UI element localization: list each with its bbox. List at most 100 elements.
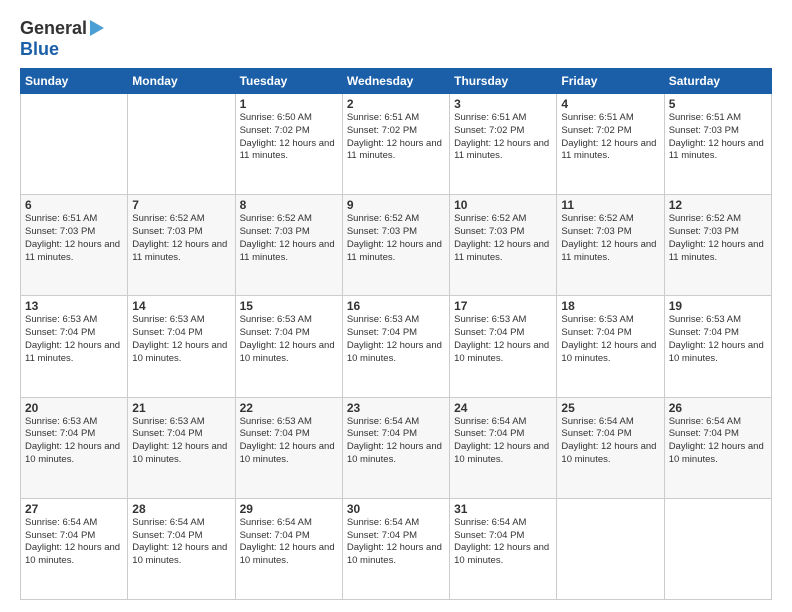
day-info: Sunrise: 6:51 AMSunset: 7:03 PMDaylight:… <box>25 213 120 262</box>
day-number: 27 <box>25 502 123 516</box>
calendar-cell: 13 Sunrise: 6:53 AMSunset: 7:04 PMDaylig… <box>21 296 128 397</box>
day-number: 13 <box>25 299 123 313</box>
day-info: Sunrise: 6:53 AMSunset: 7:04 PMDaylight:… <box>25 314 120 363</box>
logo-blue-text: Blue <box>20 39 59 60</box>
calendar-week-row: 13 Sunrise: 6:53 AMSunset: 7:04 PMDaylig… <box>21 296 772 397</box>
day-info: Sunrise: 6:51 AMSunset: 7:02 PMDaylight:… <box>561 112 656 161</box>
calendar-week-row: 1 Sunrise: 6:50 AMSunset: 7:02 PMDayligh… <box>21 94 772 195</box>
day-info: Sunrise: 6:52 AMSunset: 7:03 PMDaylight:… <box>240 213 335 262</box>
calendar-cell: 17 Sunrise: 6:53 AMSunset: 7:04 PMDaylig… <box>450 296 557 397</box>
day-number: 23 <box>347 401 445 415</box>
calendar-cell: 11 Sunrise: 6:52 AMSunset: 7:03 PMDaylig… <box>557 195 664 296</box>
calendar-cell: 10 Sunrise: 6:52 AMSunset: 7:03 PMDaylig… <box>450 195 557 296</box>
day-number: 14 <box>132 299 230 313</box>
day-info: Sunrise: 6:54 AMSunset: 7:04 PMDaylight:… <box>669 416 764 465</box>
day-info: Sunrise: 6:54 AMSunset: 7:04 PMDaylight:… <box>240 517 335 566</box>
weekday-header-friday: Friday <box>557 69 664 94</box>
day-info: Sunrise: 6:51 AMSunset: 7:03 PMDaylight:… <box>669 112 764 161</box>
calendar-cell: 8 Sunrise: 6:52 AMSunset: 7:03 PMDayligh… <box>235 195 342 296</box>
day-number: 28 <box>132 502 230 516</box>
calendar-week-row: 27 Sunrise: 6:54 AMSunset: 7:04 PMDaylig… <box>21 498 772 599</box>
day-info: Sunrise: 6:54 AMSunset: 7:04 PMDaylight:… <box>347 517 442 566</box>
day-number: 30 <box>347 502 445 516</box>
calendar-cell: 5 Sunrise: 6:51 AMSunset: 7:03 PMDayligh… <box>664 94 771 195</box>
weekday-header-monday: Monday <box>128 69 235 94</box>
logo-arrow-icon <box>90 20 104 36</box>
day-info: Sunrise: 6:53 AMSunset: 7:04 PMDaylight:… <box>347 314 442 363</box>
day-number: 15 <box>240 299 338 313</box>
calendar-week-row: 6 Sunrise: 6:51 AMSunset: 7:03 PMDayligh… <box>21 195 772 296</box>
day-number: 8 <box>240 198 338 212</box>
calendar-cell: 27 Sunrise: 6:54 AMSunset: 7:04 PMDaylig… <box>21 498 128 599</box>
day-number: 3 <box>454 97 552 111</box>
day-number: 9 <box>347 198 445 212</box>
day-number: 5 <box>669 97 767 111</box>
calendar-table: SundayMondayTuesdayWednesdayThursdayFrid… <box>20 68 772 600</box>
calendar-cell: 26 Sunrise: 6:54 AMSunset: 7:04 PMDaylig… <box>664 397 771 498</box>
day-number: 6 <box>25 198 123 212</box>
day-number: 21 <box>132 401 230 415</box>
day-number: 31 <box>454 502 552 516</box>
day-info: Sunrise: 6:53 AMSunset: 7:04 PMDaylight:… <box>240 416 335 465</box>
day-number: 26 <box>669 401 767 415</box>
calendar-cell: 30 Sunrise: 6:54 AMSunset: 7:04 PMDaylig… <box>342 498 449 599</box>
day-info: Sunrise: 6:51 AMSunset: 7:02 PMDaylight:… <box>454 112 549 161</box>
header: General Blue <box>20 18 772 60</box>
weekday-header-tuesday: Tuesday <box>235 69 342 94</box>
calendar-cell: 7 Sunrise: 6:52 AMSunset: 7:03 PMDayligh… <box>128 195 235 296</box>
day-number: 25 <box>561 401 659 415</box>
day-number: 29 <box>240 502 338 516</box>
calendar-cell <box>557 498 664 599</box>
day-number: 7 <box>132 198 230 212</box>
day-number: 18 <box>561 299 659 313</box>
calendar-cell: 6 Sunrise: 6:51 AMSunset: 7:03 PMDayligh… <box>21 195 128 296</box>
calendar-cell: 22 Sunrise: 6:53 AMSunset: 7:04 PMDaylig… <box>235 397 342 498</box>
calendar-cell: 12 Sunrise: 6:52 AMSunset: 7:03 PMDaylig… <box>664 195 771 296</box>
calendar-cell: 9 Sunrise: 6:52 AMSunset: 7:03 PMDayligh… <box>342 195 449 296</box>
day-info: Sunrise: 6:52 AMSunset: 7:03 PMDaylight:… <box>454 213 549 262</box>
day-info: Sunrise: 6:54 AMSunset: 7:04 PMDaylight:… <box>561 416 656 465</box>
calendar-cell: 29 Sunrise: 6:54 AMSunset: 7:04 PMDaylig… <box>235 498 342 599</box>
day-number: 12 <box>669 198 767 212</box>
day-info: Sunrise: 6:53 AMSunset: 7:04 PMDaylight:… <box>132 314 227 363</box>
day-number: 22 <box>240 401 338 415</box>
weekday-header-row: SundayMondayTuesdayWednesdayThursdayFrid… <box>21 69 772 94</box>
weekday-header-saturday: Saturday <box>664 69 771 94</box>
calendar-cell: 24 Sunrise: 6:54 AMSunset: 7:04 PMDaylig… <box>450 397 557 498</box>
weekday-header-wednesday: Wednesday <box>342 69 449 94</box>
logo: General Blue <box>20 18 104 60</box>
day-info: Sunrise: 6:54 AMSunset: 7:04 PMDaylight:… <box>347 416 442 465</box>
calendar-cell: 19 Sunrise: 6:53 AMSunset: 7:04 PMDaylig… <box>664 296 771 397</box>
calendar-cell: 2 Sunrise: 6:51 AMSunset: 7:02 PMDayligh… <box>342 94 449 195</box>
calendar-week-row: 20 Sunrise: 6:53 AMSunset: 7:04 PMDaylig… <box>21 397 772 498</box>
day-info: Sunrise: 6:53 AMSunset: 7:04 PMDaylight:… <box>454 314 549 363</box>
day-number: 10 <box>454 198 552 212</box>
day-info: Sunrise: 6:52 AMSunset: 7:03 PMDaylight:… <box>669 213 764 262</box>
day-number: 17 <box>454 299 552 313</box>
day-info: Sunrise: 6:54 AMSunset: 7:04 PMDaylight:… <box>454 517 549 566</box>
day-info: Sunrise: 6:53 AMSunset: 7:04 PMDaylight:… <box>240 314 335 363</box>
weekday-header-sunday: Sunday <box>21 69 128 94</box>
day-info: Sunrise: 6:54 AMSunset: 7:04 PMDaylight:… <box>132 517 227 566</box>
calendar-cell: 31 Sunrise: 6:54 AMSunset: 7:04 PMDaylig… <box>450 498 557 599</box>
calendar-cell: 15 Sunrise: 6:53 AMSunset: 7:04 PMDaylig… <box>235 296 342 397</box>
logo-general-text: General <box>20 18 87 39</box>
page: General Blue SundayMondayTuesdayWednesda… <box>0 0 792 612</box>
day-number: 11 <box>561 198 659 212</box>
calendar-cell: 23 Sunrise: 6:54 AMSunset: 7:04 PMDaylig… <box>342 397 449 498</box>
day-number: 16 <box>347 299 445 313</box>
calendar-cell: 21 Sunrise: 6:53 AMSunset: 7:04 PMDaylig… <box>128 397 235 498</box>
calendar-cell: 16 Sunrise: 6:53 AMSunset: 7:04 PMDaylig… <box>342 296 449 397</box>
calendar-cell <box>664 498 771 599</box>
calendar-cell: 1 Sunrise: 6:50 AMSunset: 7:02 PMDayligh… <box>235 94 342 195</box>
calendar-cell: 20 Sunrise: 6:53 AMSunset: 7:04 PMDaylig… <box>21 397 128 498</box>
day-info: Sunrise: 6:54 AMSunset: 7:04 PMDaylight:… <box>454 416 549 465</box>
day-info: Sunrise: 6:54 AMSunset: 7:04 PMDaylight:… <box>25 517 120 566</box>
calendar-cell: 28 Sunrise: 6:54 AMSunset: 7:04 PMDaylig… <box>128 498 235 599</box>
day-info: Sunrise: 6:52 AMSunset: 7:03 PMDaylight:… <box>132 213 227 262</box>
day-number: 1 <box>240 97 338 111</box>
day-info: Sunrise: 6:53 AMSunset: 7:04 PMDaylight:… <box>669 314 764 363</box>
calendar-cell <box>128 94 235 195</box>
day-number: 2 <box>347 97 445 111</box>
day-info: Sunrise: 6:52 AMSunset: 7:03 PMDaylight:… <box>561 213 656 262</box>
